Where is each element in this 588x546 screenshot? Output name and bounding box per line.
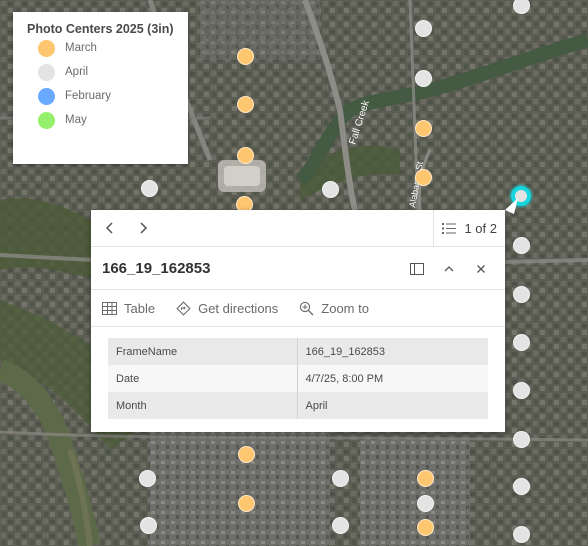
chevron-right-icon bbox=[139, 222, 147, 234]
legend-swatch bbox=[38, 87, 55, 105]
legend-item-may: May bbox=[38, 108, 188, 132]
close-button[interactable] bbox=[465, 253, 497, 285]
table-row: Month April bbox=[108, 392, 488, 419]
legend-item-february: February bbox=[38, 84, 188, 108]
feature-popup: 1 of 2 166_19_162853 Table Get direction… bbox=[91, 210, 505, 432]
legend-label: May bbox=[65, 114, 87, 126]
field-name: Date bbox=[108, 365, 298, 392]
photo-center-point[interactable] bbox=[236, 95, 254, 113]
next-feature-button[interactable] bbox=[126, 210, 159, 247]
legend-swatch bbox=[38, 111, 55, 129]
photo-center-point[interactable] bbox=[416, 518, 434, 536]
previous-feature-button[interactable] bbox=[93, 210, 126, 247]
table-row: Date 4/7/25, 8:00 PM bbox=[108, 365, 488, 392]
photo-center-point[interactable] bbox=[321, 180, 339, 198]
feature-count: 1 of 2 bbox=[464, 221, 497, 236]
photo-center-point[interactable] bbox=[236, 47, 254, 65]
photo-center-point[interactable] bbox=[512, 381, 530, 399]
list-icon bbox=[442, 223, 457, 234]
photo-center-point[interactable] bbox=[416, 469, 434, 487]
popup-pointer bbox=[505, 198, 518, 214]
popup-title: 166_19_162853 bbox=[102, 259, 211, 277]
photo-center-point[interactable] bbox=[331, 469, 349, 487]
attribute-table: FrameName 166_19_162853 Date 4/7/25, 8:0… bbox=[108, 338, 488, 419]
photo-center-point[interactable] bbox=[512, 333, 530, 351]
legend-swatch bbox=[38, 63, 55, 81]
photo-center-point[interactable] bbox=[139, 516, 157, 534]
legend-title: Photo Centers 2025 (3in) bbox=[27, 22, 174, 36]
photo-center-point[interactable] bbox=[512, 430, 530, 448]
photo-center-point[interactable] bbox=[512, 477, 530, 495]
popup-title-row: 166_19_162853 bbox=[91, 247, 505, 290]
directions-icon bbox=[176, 300, 191, 316]
table-icon bbox=[102, 301, 117, 315]
field-value: 4/7/25, 8:00 PM bbox=[297, 365, 488, 392]
photo-center-point[interactable] bbox=[416, 494, 434, 512]
zoom-to-label: Zoom to bbox=[321, 300, 369, 316]
photo-center-point[interactable] bbox=[512, 525, 530, 543]
photo-center-point[interactable] bbox=[331, 516, 349, 534]
chevron-left-icon bbox=[105, 222, 113, 234]
feature-list-button[interactable]: 1 of 2 bbox=[433, 210, 505, 247]
photo-center-point[interactable] bbox=[414, 19, 432, 37]
legend-item-april: April bbox=[38, 60, 188, 84]
field-value: April bbox=[297, 392, 488, 419]
popup-header: 1 of 2 bbox=[91, 210, 505, 247]
chevron-up-icon bbox=[444, 265, 454, 271]
photo-center-point[interactable] bbox=[414, 168, 432, 186]
close-icon bbox=[477, 264, 485, 273]
field-value: 166_19_162853 bbox=[297, 338, 488, 365]
table-action[interactable]: Table bbox=[102, 301, 155, 316]
dock-icon bbox=[410, 262, 424, 275]
legend-item-march: March bbox=[38, 36, 188, 60]
photo-center-point[interactable] bbox=[237, 494, 255, 512]
field-name: FrameName bbox=[108, 338, 298, 365]
legend-swatch bbox=[38, 39, 55, 57]
photo-center-point[interactable] bbox=[236, 146, 254, 164]
zoom-to-icon bbox=[300, 301, 314, 315]
legend-panel: Photo Centers 2025 (3in) March April Feb… bbox=[13, 12, 188, 164]
photo-center-point[interactable] bbox=[237, 445, 255, 463]
collapse-button[interactable] bbox=[433, 253, 465, 285]
photo-center-point[interactable] bbox=[512, 285, 530, 303]
table-action-label: Table bbox=[124, 300, 156, 316]
photo-center-point[interactable] bbox=[414, 119, 432, 137]
dock-button[interactable] bbox=[401, 253, 433, 285]
photo-center-point[interactable] bbox=[512, 0, 530, 14]
photo-center-point[interactable] bbox=[414, 69, 432, 87]
legend-label: February bbox=[65, 90, 112, 102]
photo-center-point[interactable] bbox=[138, 469, 156, 487]
popup-actions: Table Get directions Zoom to bbox=[91, 290, 505, 327]
legend-label: April bbox=[65, 66, 89, 78]
get-directions-label: Get directions bbox=[198, 300, 279, 316]
photo-center-point[interactable] bbox=[512, 236, 530, 254]
legend-label: March bbox=[65, 42, 97, 54]
table-row: FrameName 166_19_162853 bbox=[108, 338, 488, 365]
field-name: Month bbox=[108, 392, 298, 419]
photo-center-point[interactable] bbox=[140, 179, 158, 197]
zoom-to-action[interactable]: Zoom to bbox=[299, 301, 369, 316]
get-directions-action[interactable]: Get directions bbox=[176, 301, 278, 316]
